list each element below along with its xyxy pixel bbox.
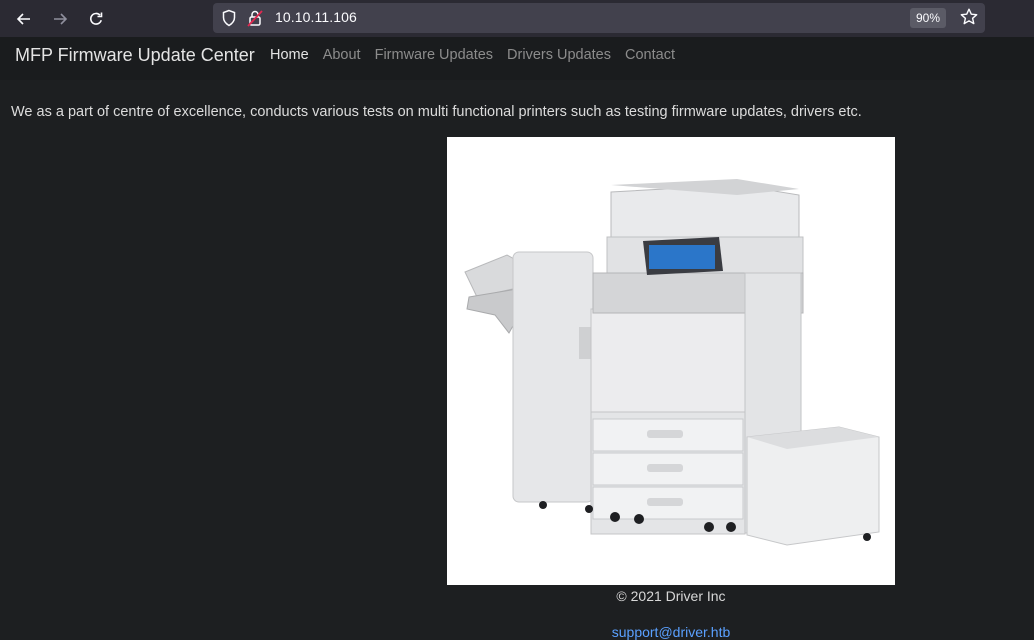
site-brand[interactable]: MFP Firmware Update Center — [15, 45, 255, 66]
zoom-level-badge[interactable]: 90% — [910, 8, 947, 28]
support-email-link[interactable]: support@driver.htb — [0, 624, 1034, 640]
nav-link-about[interactable]: About — [323, 47, 361, 63]
printer-image — [447, 137, 895, 585]
site-navbar: MFP Firmware Update Center Home About Fi… — [0, 37, 1034, 80]
nav-link-contact[interactable]: Contact — [625, 47, 675, 63]
shield-icon[interactable] — [221, 9, 237, 27]
browser-toolbar: 10.10.11.106 90% — [0, 0, 1034, 37]
page-content: MFP Firmware Update Center Home About Fi… — [0, 37, 1034, 640]
insecure-lock-icon[interactable] — [247, 9, 263, 27]
bookmark-star-icon[interactable] — [959, 7, 979, 27]
url-text[interactable]: 10.10.11.106 — [275, 9, 357, 25]
nav-links: Home About Firmware Updates Drivers Upda… — [270, 47, 675, 63]
nav-link-home[interactable]: Home — [270, 47, 309, 63]
back-arrow-icon[interactable] — [11, 6, 37, 32]
multifunction-printer-illustration — [464, 179, 880, 546]
nav-link-firmware-updates[interactable]: Firmware Updates — [375, 47, 493, 63]
forward-arrow-icon[interactable] — [47, 6, 73, 32]
reload-icon[interactable] — [83, 6, 109, 32]
url-bar[interactable]: 10.10.11.106 90% — [213, 3, 985, 33]
intro-paragraph: We as a part of centre of excellence, co… — [11, 104, 862, 120]
footer-copyright: © 2021 Driver Inc — [616, 588, 726, 604]
nav-link-drivers-updates[interactable]: Drivers Updates — [507, 47, 611, 63]
